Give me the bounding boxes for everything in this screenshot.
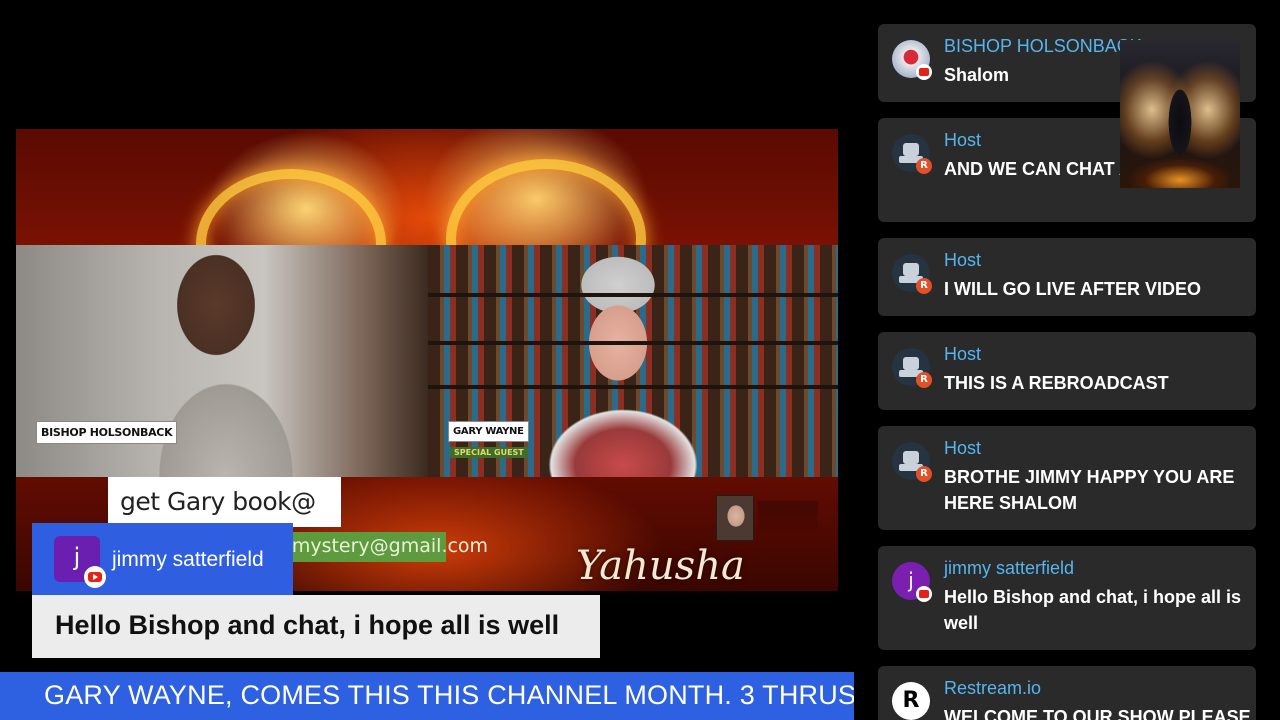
host-lower-third: BISHOP HOLSONBACK	[36, 421, 178, 444]
chat-username: Host	[944, 438, 982, 458]
youtube-icon	[916, 64, 932, 80]
host-camera-panel: BISHOP HOLSONBACK	[16, 245, 428, 477]
chat-username: BISHOP HOLSONBACK	[944, 36, 1142, 56]
chat-text: I WILL GO LIVE AFTER VIDEO	[944, 279, 1202, 299]
chat-message[interactable]: R Host BROTHE JIMMY HAPPY YOU ARE HERE S…	[878, 426, 1256, 530]
bookshelf-line	[428, 385, 838, 389]
guest-camera-panel: GARY WAYNE SPECIAL GUEST	[428, 245, 838, 477]
chat-message[interactable]: R Restream.io WELCOME TO OUR SHOW PLEASE	[878, 666, 1256, 720]
bookshelf-line	[428, 293, 838, 297]
video-feed: BISHOP HOLSONBACK GARY WAYNE SPECIAL GUE…	[16, 129, 838, 591]
ticker-text: GARY WAYNE, COMES THIS THIS CHANNEL MONT…	[44, 680, 854, 710]
chat-username: Host	[944, 130, 982, 150]
chat-username: jimmy satterfield	[944, 558, 1075, 578]
chat-text: WELCOME TO OUR SHOW PLEASE	[944, 707, 1251, 720]
book-cover-caption	[758, 501, 818, 531]
featured-chat-username: jimmy satterfield	[112, 548, 264, 571]
restream-icon: R	[916, 158, 932, 174]
restream-icon: R	[916, 372, 932, 388]
restream-logo-icon: R	[892, 682, 930, 720]
chat-username: Host	[944, 250, 982, 270]
book-cover-thumbnail	[716, 495, 754, 541]
featured-chat-message: Hello Bishop and chat, i hope all is wel…	[55, 610, 560, 640]
chat-username: Restream.io	[944, 678, 1042, 698]
restream-icon: R	[916, 278, 932, 294]
guest-lower-third: GARY WAYNE	[448, 421, 529, 442]
chat-text: BROTHE JIMMY HAPPY YOU ARE HERE SHALOM	[944, 467, 1235, 513]
youtube-icon	[84, 566, 106, 588]
chat-message[interactable]: R Host I WILL GO LIVE AFTER VIDEO	[878, 238, 1256, 316]
chat-text: Hello Bishop and chat, i hope all is wel…	[944, 587, 1242, 633]
angel-image	[1120, 40, 1240, 188]
chat-username: Host	[944, 344, 982, 364]
chat-message[interactable]: j jimmy satterfield Hello Bishop and cha…	[878, 546, 1256, 650]
book-promo-banner: get Gary book@	[108, 477, 341, 527]
chat-message[interactable]: R Host THIS IS A REBROADCAST	[878, 332, 1256, 410]
chat-text: THIS IS A REBROADCAST	[944, 373, 1169, 393]
restream-icon: R	[916, 466, 932, 482]
bookshelf-line	[428, 341, 838, 345]
youtube-icon	[916, 586, 932, 602]
yahusha-watermark: Yahusha	[576, 543, 745, 589]
guest-lower-third-sub: SPECIAL GUEST	[450, 447, 528, 458]
news-ticker: GARY WAYNE, COMES THIS THIS CHANNEL MONT…	[0, 672, 854, 720]
